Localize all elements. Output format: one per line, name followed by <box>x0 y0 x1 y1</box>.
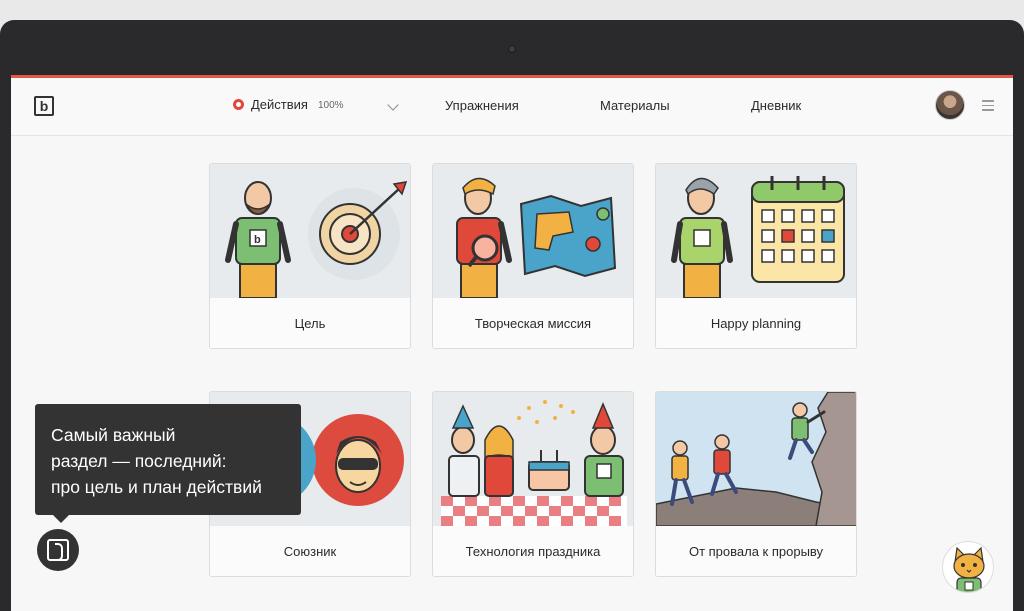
card-title: Цель <box>210 298 410 348</box>
brand-b-icon <box>47 539 69 561</box>
top-navigation: b Действия 100% Упражнения Материалы Дне… <box>11 78 1013 136</box>
nav-actions[interactable]: Действия 100% <box>233 97 344 112</box>
goal-illustration: b <box>210 164 410 298</box>
card-breakthrough[interactable]: От провала к прорыву <box>655 391 857 577</box>
card-title: Технология праздника <box>433 526 633 576</box>
app-screen: b Действия 100% Упражнения Материалы Дне… <box>11 75 1013 611</box>
menu-icon[interactable] <box>982 100 994 111</box>
card-goal[interactable]: b Цель <box>209 163 411 349</box>
nav-exercises[interactable]: Упражнения <box>445 98 519 113</box>
tooltip-line-2: раздел — последний: <box>51 451 227 471</box>
nav-diary[interactable]: Дневник <box>751 98 801 113</box>
nav-materials[interactable]: Материалы <box>600 98 670 113</box>
card-celebration[interactable]: Технология праздника <box>432 391 634 577</box>
tooltip-line-1: Самый важный <box>51 425 176 445</box>
card-title: Союзник <box>210 526 410 576</box>
card-planning[interactable]: Happy planning <box>655 163 857 349</box>
nav-actions-progress: 100% <box>317 100 344 111</box>
card-title: Творческая миссия <box>433 298 633 348</box>
card-title: Happy planning <box>656 298 856 348</box>
card-mission[interactable]: Творческая миссия <box>432 163 634 349</box>
climbing-illustration <box>656 392 856 526</box>
celebration-illustration <box>433 392 633 526</box>
chevron-down-icon[interactable] <box>387 99 399 111</box>
calendar-illustration <box>656 164 856 298</box>
logo[interactable]: b <box>34 96 54 116</box>
svg-text:b: b <box>254 234 261 246</box>
help-bubble-button[interactable] <box>37 529 79 571</box>
cat-mascot-icon[interactable] <box>942 541 994 593</box>
mission-map-illustration <box>433 164 633 298</box>
nav-actions-label: Действия <box>251 97 308 112</box>
camera-icon <box>508 45 516 53</box>
onboarding-tooltip: Самый важный раздел — последний: про цел… <box>35 404 301 523</box>
card-title: От провала к прорыву <box>656 526 856 576</box>
tooltip-line-3: про цель и план действий <box>51 477 262 497</box>
avatar[interactable] <box>935 90 965 120</box>
progress-dot-icon <box>233 99 244 110</box>
